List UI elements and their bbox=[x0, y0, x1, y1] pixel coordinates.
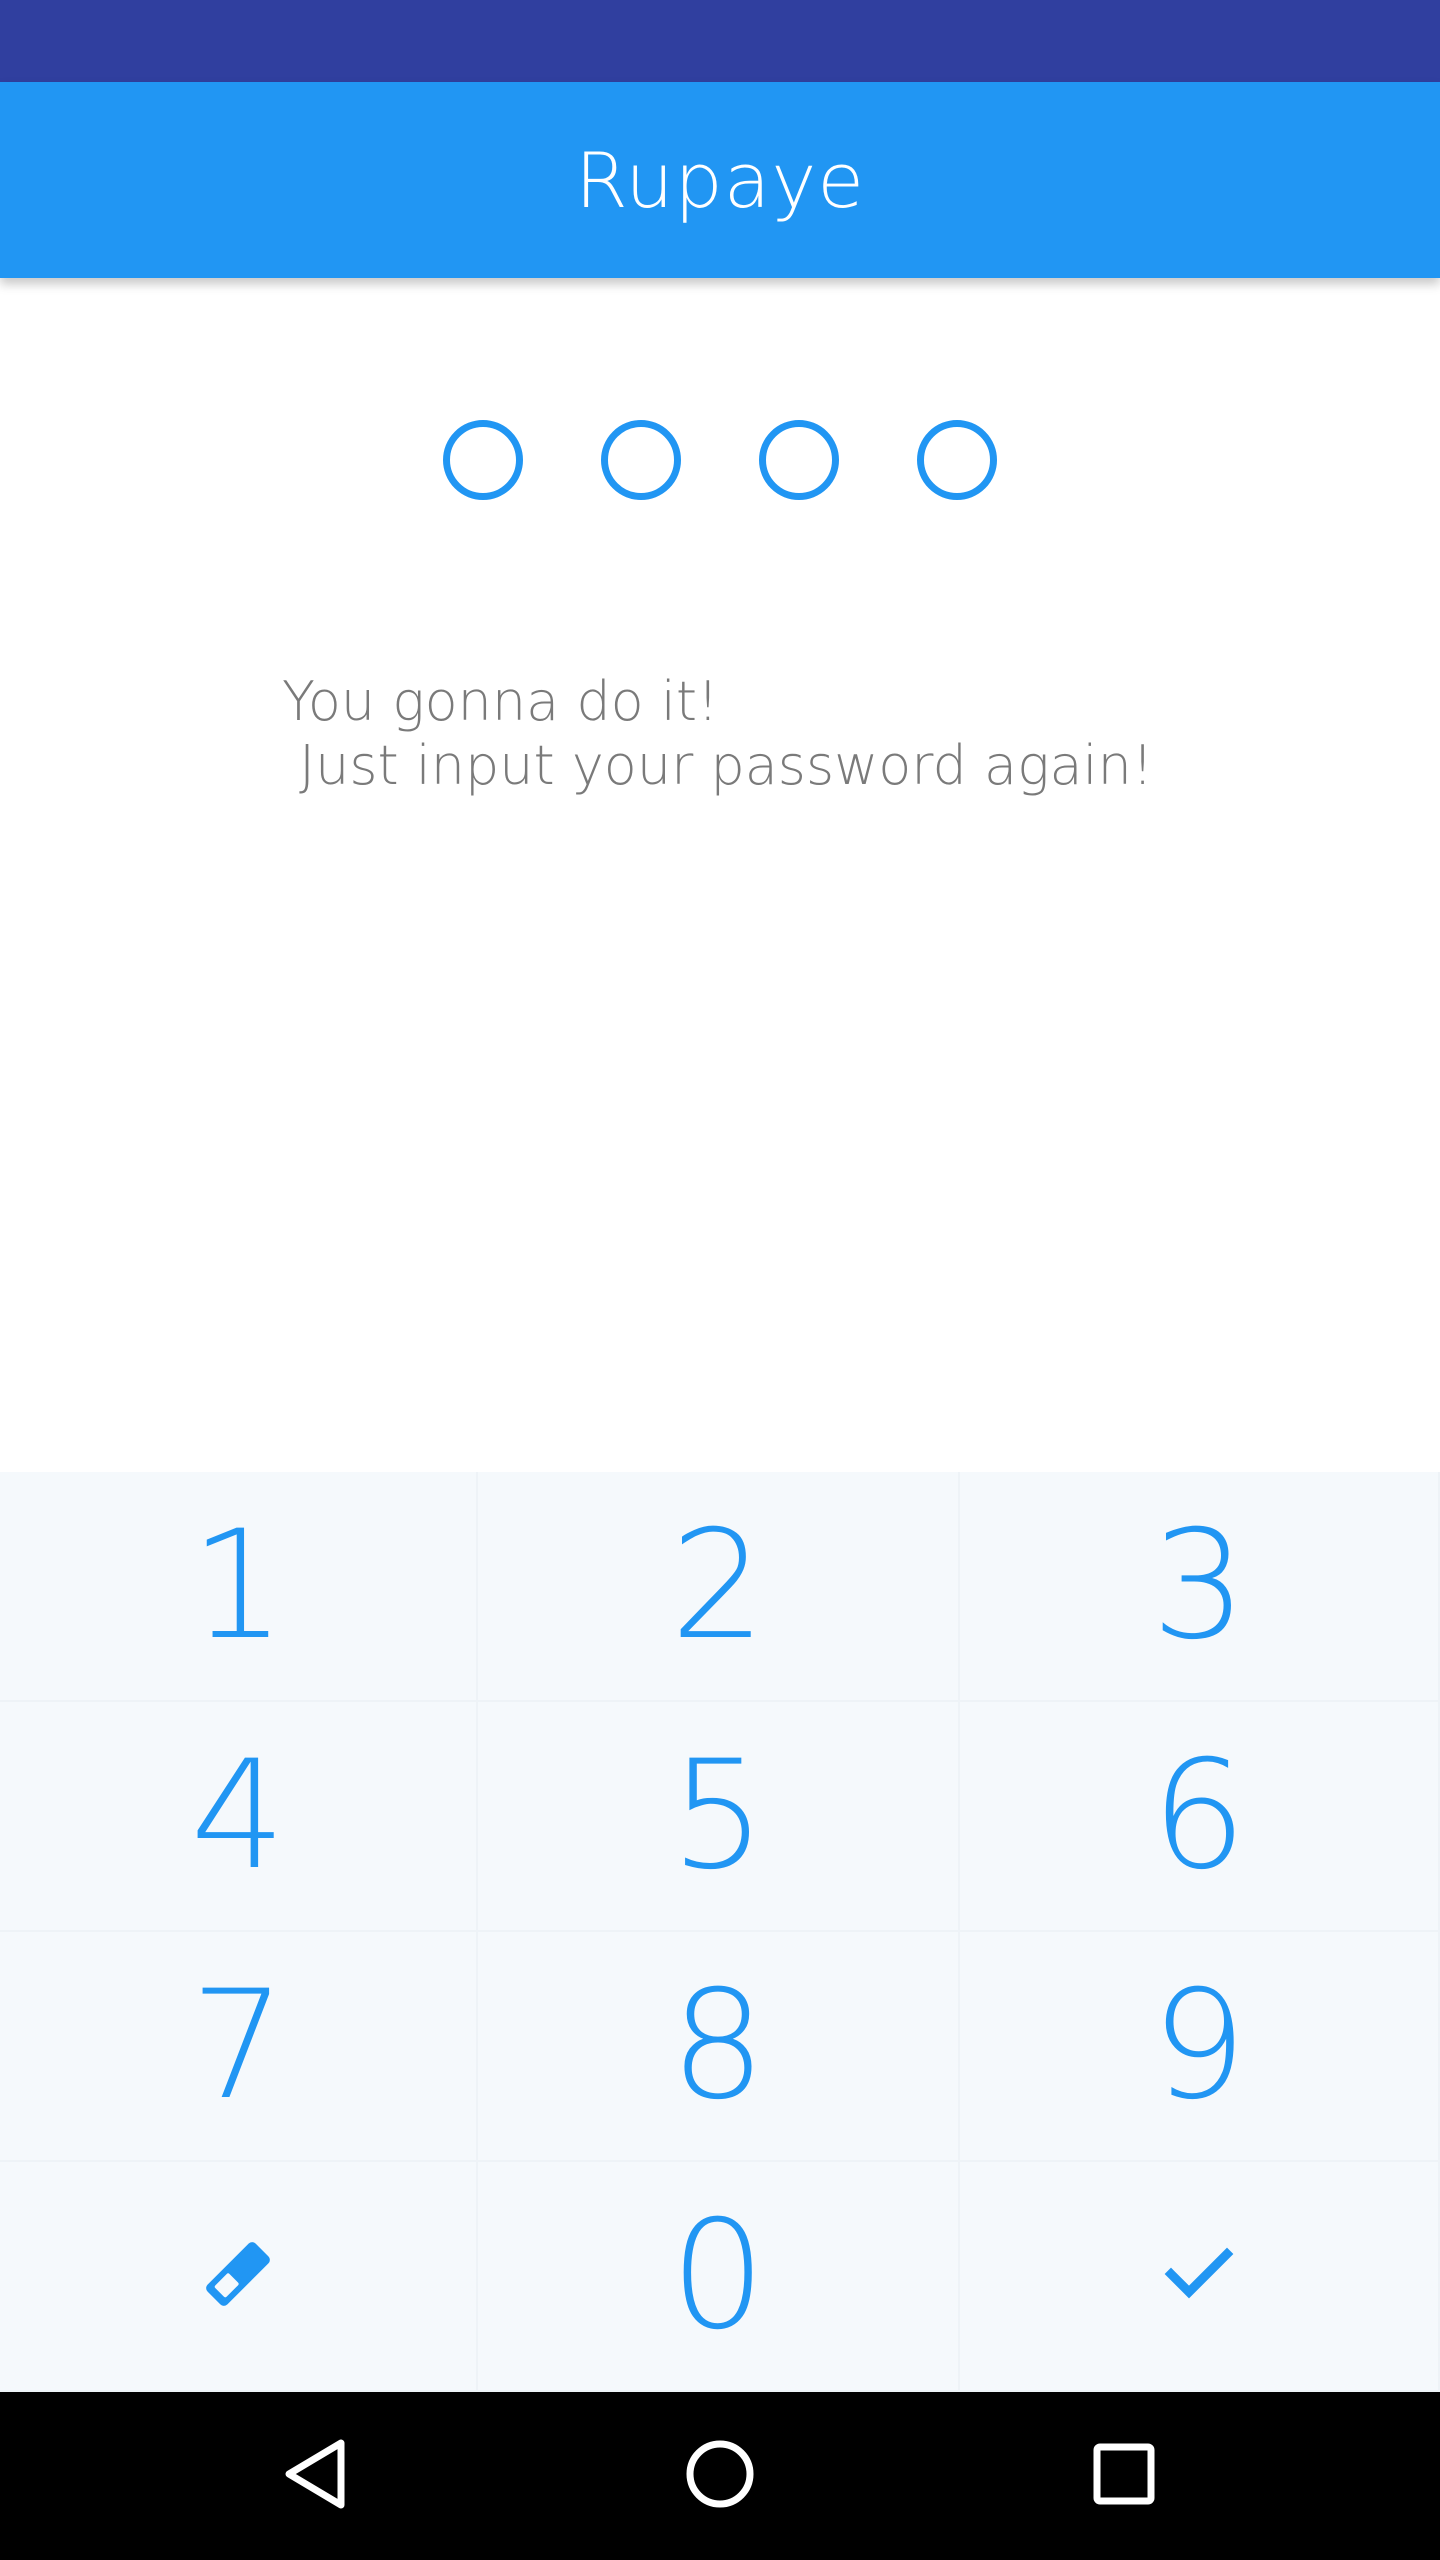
key-label: 2 bbox=[670, 1499, 766, 1673]
instruction-message: You gonna do it! Just input your passwor… bbox=[282, 670, 1154, 797]
pin-dot bbox=[601, 420, 681, 500]
pin-dot bbox=[759, 420, 839, 500]
key-5[interactable]: 5 bbox=[478, 1702, 960, 1932]
recents-square-icon bbox=[1092, 2442, 1156, 2510]
app-title: Rupaye bbox=[574, 135, 866, 225]
key-label: 3 bbox=[1151, 1499, 1247, 1673]
home-circle-icon bbox=[683, 2437, 757, 2515]
check-icon bbox=[1163, 2244, 1235, 2308]
key-7[interactable]: 7 bbox=[0, 1932, 478, 2162]
key-8[interactable]: 8 bbox=[478, 1932, 960, 2162]
key-3[interactable]: 3 bbox=[960, 1472, 1440, 1702]
confirm-button[interactable] bbox=[960, 2162, 1440, 2392]
system-navigation-bar bbox=[0, 2392, 1440, 2560]
key-label: 1 bbox=[190, 1499, 286, 1673]
key-0[interactable]: 0 bbox=[478, 2162, 960, 2392]
key-label: 4 bbox=[190, 1729, 286, 1903]
key-9[interactable]: 9 bbox=[960, 1932, 1440, 2162]
pin-dot bbox=[917, 420, 997, 500]
recents-button[interactable] bbox=[1054, 2392, 1194, 2560]
key-label: 5 bbox=[670, 1729, 766, 1903]
key-1[interactable]: 1 bbox=[0, 1472, 478, 1702]
key-label: 0 bbox=[670, 2189, 766, 2363]
home-button[interactable] bbox=[650, 2392, 790, 2560]
key-label: 9 bbox=[1151, 1959, 1247, 2133]
eraser-icon bbox=[198, 2234, 278, 2318]
clear-button[interactable] bbox=[0, 2162, 478, 2392]
key-6[interactable]: 6 bbox=[960, 1702, 1440, 1932]
back-triangle-icon bbox=[281, 2437, 351, 2515]
pin-dot bbox=[443, 420, 523, 500]
app-bar: Rupaye bbox=[0, 82, 1440, 278]
key-label: 6 bbox=[1151, 1729, 1247, 1903]
key-2[interactable]: 2 bbox=[478, 1472, 960, 1702]
status-bar bbox=[0, 0, 1440, 82]
key-4[interactable]: 4 bbox=[0, 1702, 478, 1932]
pin-indicator bbox=[0, 420, 1440, 500]
numeric-keypad: 1 2 3 4 5 6 7 8 9 0 bbox=[0, 1472, 1440, 2392]
back-button[interactable] bbox=[246, 2392, 386, 2560]
key-label: 8 bbox=[670, 1959, 766, 2133]
key-label: 7 bbox=[190, 1959, 286, 2133]
